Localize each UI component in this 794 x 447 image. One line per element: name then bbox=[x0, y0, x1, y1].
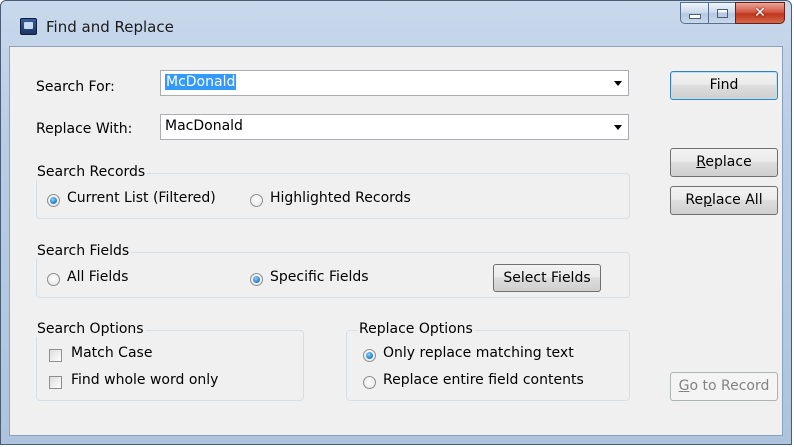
replace-all-label-b: lace All bbox=[712, 192, 763, 208]
search-fields-title: Search Fields bbox=[35, 243, 132, 259]
match-case-label[interactable]: Match Case bbox=[71, 345, 152, 361]
current-list-radio[interactable] bbox=[47, 194, 60, 207]
search-for-value: McDonald bbox=[165, 74, 237, 90]
whole-word-label[interactable]: Find whole word only bbox=[71, 372, 218, 388]
replace-with-value: MacDonald bbox=[165, 118, 243, 134]
search-records-group: Search Records Current List (Filtered) H… bbox=[35, 164, 630, 219]
replace-with-label: Replace With: bbox=[36, 121, 133, 137]
go-to-label: o to Record bbox=[689, 378, 770, 394]
entire-field-radio[interactable] bbox=[363, 376, 376, 389]
entire-field-label[interactable]: Replace entire field contents bbox=[383, 372, 584, 388]
highlighted-records-label[interactable]: Highlighted Records bbox=[270, 190, 411, 206]
replace-options-group: Replace Options Only replace matching te… bbox=[346, 321, 630, 401]
replace-with-combobox[interactable]: MacDonald bbox=[160, 114, 629, 140]
all-fields-radio[interactable] bbox=[47, 273, 60, 286]
go-to-accel: G bbox=[678, 378, 690, 394]
find-button[interactable]: Find bbox=[670, 71, 778, 100]
replace-all-label-a: Re bbox=[685, 192, 704, 208]
maximize-button[interactable] bbox=[708, 2, 735, 24]
select-fields-button[interactable]: Select Fields bbox=[493, 264, 601, 292]
replace-options-title: Replace Options bbox=[357, 321, 475, 337]
specific-fields-radio[interactable] bbox=[250, 273, 263, 286]
app-icon bbox=[20, 18, 37, 35]
only-matching-label[interactable]: Only replace matching text bbox=[383, 345, 574, 361]
all-fields-label[interactable]: All Fields bbox=[67, 269, 128, 285]
window-title: Find and Replace bbox=[46, 18, 174, 36]
caption-buttons: ✕ bbox=[680, 2, 785, 24]
search-for-label: Search For: bbox=[36, 79, 115, 95]
search-for-combobox[interactable]: McDonald bbox=[160, 70, 629, 96]
search-options-title: Search Options bbox=[35, 321, 146, 337]
only-matching-radio[interactable] bbox=[363, 349, 376, 362]
chevron-down-icon[interactable] bbox=[614, 125, 622, 130]
search-records-title: Search Records bbox=[35, 164, 148, 180]
replace-button[interactable]: Replace bbox=[670, 148, 778, 177]
title-bar[interactable]: Find and Replace ✕ bbox=[1, 1, 791, 46]
find-replace-window: Find and Replace ✕ Search For: McDonald … bbox=[0, 0, 792, 445]
highlighted-records-radio[interactable] bbox=[250, 194, 263, 207]
maximize-icon bbox=[716, 8, 728, 18]
minimize-icon bbox=[688, 14, 701, 19]
chevron-down-icon[interactable] bbox=[614, 81, 622, 86]
minimize-button[interactable] bbox=[680, 2, 708, 24]
close-button[interactable]: ✕ bbox=[735, 2, 785, 24]
whole-word-checkbox[interactable] bbox=[49, 376, 62, 389]
go-to-record-button[interactable]: Go to Record bbox=[670, 372, 778, 401]
dialog-body: Search For: McDonald Find Replace With: … bbox=[9, 46, 783, 436]
specific-fields-label[interactable]: Specific Fields bbox=[270, 269, 369, 285]
replace-all-accel: p bbox=[703, 192, 712, 208]
current-list-label[interactable]: Current List (Filtered) bbox=[67, 190, 216, 206]
search-fields-group: Search Fields All Fields Specific Fields… bbox=[35, 243, 630, 298]
search-options-group: Search Options Match Case Find whole wor… bbox=[35, 321, 304, 401]
replace-label: eplace bbox=[705, 154, 752, 170]
replace-all-button[interactable]: Replace All bbox=[670, 186, 778, 215]
match-case-checkbox[interactable] bbox=[49, 349, 62, 362]
close-icon: ✕ bbox=[754, 5, 766, 21]
